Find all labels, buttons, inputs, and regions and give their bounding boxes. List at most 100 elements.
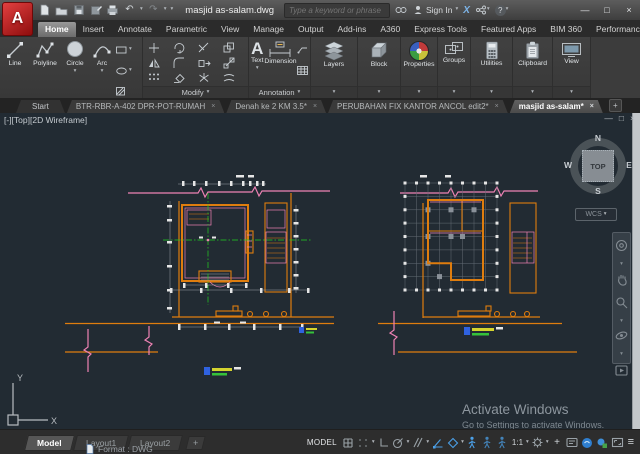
ribbon-tab-annotate[interactable]: Annotate — [111, 22, 159, 37]
copy-icon[interactable] — [224, 43, 234, 52]
view-panel-icon[interactable] — [561, 41, 582, 58]
clean-screen-icon[interactable] — [611, 436, 624, 450]
wcs-menu[interactable]: WCS ▾ — [575, 208, 617, 221]
file-tab-denah[interactable]: Denah ke 2 KM 3.5* × — [226, 100, 326, 113]
signin-button[interactable]: Sign In ▾ — [413, 5, 458, 15]
object-snap-icon[interactable] — [446, 436, 459, 450]
structural-plan-drawing[interactable] — [378, 175, 577, 355]
annotation-scale-value[interactable]: 1:1 — [512, 438, 523, 447]
scale-icon[interactable] — [224, 58, 234, 68]
scale-flyout-caret[interactable]: ▾ — [526, 440, 529, 446]
close-tab-icon[interactable]: × — [313, 103, 317, 110]
customization-menu-icon[interactable]: ≡ — [628, 437, 634, 448]
signin-caret[interactable]: ▾ — [455, 7, 458, 13]
layers-panel-expander[interactable]: ▾ — [311, 86, 357, 98]
model-tab[interactable]: Model — [24, 435, 75, 451]
annotation-scale-icon[interactable] — [496, 436, 509, 450]
close-tab-icon[interactable]: × — [590, 103, 594, 110]
viewcube-east[interactable]: E — [623, 160, 635, 170]
workspace-caret[interactable]: ▾ — [546, 440, 549, 446]
hardware-acceleration-icon[interactable] — [581, 436, 594, 450]
viewport-restore-icon[interactable]: □ — [619, 114, 624, 123]
ribbon-tab-bim360[interactable]: BIM 360 — [543, 22, 589, 37]
file-tab-btr-rbr[interactable]: BTR-RBR-A-402 DPR-POT-RUMAH × — [67, 100, 224, 113]
viewport-close-icon[interactable]: × — [630, 114, 635, 123]
isolate-objects-icon[interactable] — [596, 436, 609, 450]
move-icon[interactable] — [149, 43, 159, 53]
block-panel-expander[interactable]: ▾ — [358, 86, 400, 98]
redo-flyout-caret[interactable]: ▾ — [164, 7, 167, 13]
ribbon-tab-insert[interactable]: Insert — [76, 22, 111, 37]
annotation-panel-expander[interactable]: Annotation ▾ — [249, 86, 310, 98]
ribbon-tab-performance[interactable]: Performance — [589, 22, 640, 37]
orbit-icon[interactable] — [615, 329, 628, 347]
ribbon-tab-featured-apps[interactable]: Featured Apps — [474, 22, 543, 37]
viewcube-south[interactable]: S — [592, 186, 604, 196]
minimize-button[interactable]: — — [574, 2, 596, 18]
viewcube[interactable]: N W E S TOP WCS ▾ — [563, 127, 633, 227]
qat-customize-caret[interactable]: ▾ — [171, 7, 174, 13]
groups-icon[interactable] — [444, 41, 464, 57]
modify-panel-expander[interactable]: Modify ▾ — [143, 86, 248, 98]
explode-icon[interactable] — [200, 73, 209, 82]
a360-caret[interactable]: ▾ — [487, 7, 490, 13]
snap-flyout-caret[interactable]: ▾ — [372, 440, 375, 446]
viewport-minimize-icon[interactable]: — — [604, 114, 613, 123]
object-snap-tracking-icon[interactable] — [431, 436, 444, 450]
ellipse-icon[interactable] — [116, 62, 127, 80]
close-tab-icon[interactable]: × — [495, 103, 499, 110]
groups-panel-expander[interactable]: ▾ — [438, 86, 470, 98]
new-drawing-tab-button[interactable]: + — [609, 99, 622, 112]
circle-flyout-caret[interactable]: ▾ — [74, 69, 77, 75]
line-tool-button[interactable]: Line — [2, 40, 28, 68]
trim-icon[interactable] — [199, 43, 208, 52]
rectangle-icon[interactable] — [116, 41, 127, 59]
grid-display-icon[interactable] — [342, 436, 355, 450]
clipboard-icon[interactable] — [524, 41, 541, 60]
pan-icon[interactable] — [616, 273, 628, 291]
viewcube-west[interactable]: W — [562, 160, 574, 170]
redo-icon[interactable]: ↷ — [147, 4, 160, 17]
viewport-controls-label[interactable]: [-][Top][2D Wireframe] — [4, 115, 87, 125]
plot-icon[interactable] — [106, 4, 119, 17]
ribbon-tab-express-tools[interactable]: Express Tools — [407, 22, 474, 37]
file-tab-masjid[interactable]: masjid as-salam* × — [510, 100, 603, 113]
help-icon[interactable]: ? — [495, 5, 506, 16]
drawing-canvas[interactable]: [-][Top][2D Wireframe] — □ × N W E S TOP… — [0, 113, 640, 429]
circle-tool-button[interactable]: Circle ▾ — [62, 40, 88, 74]
ortho-mode-icon[interactable] — [377, 436, 390, 450]
close-button[interactable]: × — [618, 2, 640, 18]
utilities-panel-expander[interactable]: ▾ — [471, 86, 512, 98]
arc-flyout-caret[interactable]: ▾ — [101, 69, 104, 75]
undo-icon[interactable]: ↶ — [123, 4, 136, 17]
search-input[interactable] — [285, 6, 389, 15]
mirror-icon[interactable] — [149, 60, 159, 67]
ribbon-tab-addins[interactable]: Add-ins — [331, 22, 374, 37]
isometric-drafting-icon[interactable] — [411, 436, 424, 450]
help-caret[interactable]: ▾ — [506, 7, 509, 13]
application-menu-button[interactable]: A — [2, 2, 33, 36]
cad-drawing[interactable] — [0, 113, 640, 429]
search-icon[interactable] — [395, 5, 407, 15]
iso-flyout-caret[interactable]: ▾ — [426, 440, 429, 446]
navigation-wheel-icon[interactable] — [615, 239, 628, 257]
stretch-icon[interactable] — [199, 61, 210, 67]
ribbon-tab-view[interactable]: View — [214, 22, 246, 37]
ribbon-tab-home[interactable]: Home — [38, 22, 76, 37]
dimension-tool-button[interactable]: Dimension — [265, 40, 295, 66]
annotation-visibility-icon[interactable] — [466, 436, 479, 450]
polar-tracking-icon[interactable] — [392, 436, 405, 450]
snap-mode-icon[interactable] — [357, 436, 370, 450]
exchange-apps-icon[interactable]: X — [463, 5, 470, 16]
osnap-flyout-caret[interactable]: ▾ — [461, 440, 464, 446]
open-file-icon[interactable] — [55, 4, 68, 17]
ribbon-tab-parametric[interactable]: Parametric — [159, 22, 214, 37]
save-as-icon[interactable] — [89, 4, 102, 17]
annotation-autoscale-icon[interactable] — [481, 436, 494, 450]
model-space-toggle[interactable]: MODEL — [307, 438, 337, 447]
array-icon[interactable] — [149, 74, 159, 81]
undo-flyout-caret[interactable]: ▾ — [140, 7, 143, 13]
viewcube-top-face[interactable]: TOP — [582, 150, 614, 182]
a360-share-icon[interactable] — [475, 5, 487, 15]
ribbon-tab-a360[interactable]: A360 — [373, 22, 407, 37]
